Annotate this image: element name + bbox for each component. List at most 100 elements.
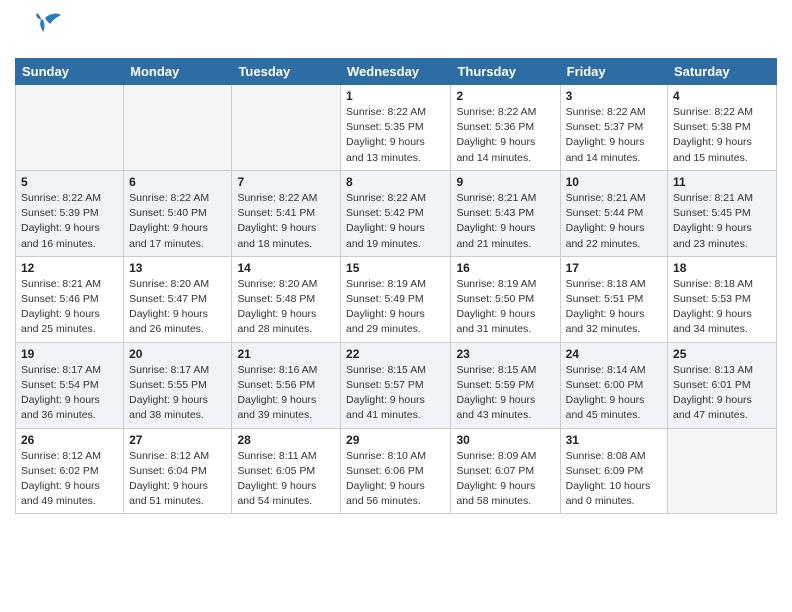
day-info: Sunrise: 8:22 AMSunset: 5:38 PMDaylight:… [673,105,771,166]
day-number: 5 [21,175,118,189]
day-number: 1 [346,89,445,103]
weekday-header-friday: Friday [560,59,667,85]
day-number: 8 [346,175,445,189]
weekday-header-wednesday: Wednesday [341,59,451,85]
day-info: Sunrise: 8:18 AMSunset: 5:51 PMDaylight:… [566,277,662,338]
weekday-header-thursday: Thursday [451,59,560,85]
calendar-cell: 1 Sunrise: 8:22 AMSunset: 5:35 PMDaylight… [341,85,451,171]
day-number: 17 [566,261,662,275]
calendar-cell: 3Sunrise: 8:22 AMSunset: 5:37 PMDaylight… [560,85,667,171]
calendar-cell: 16 Sunrise: 8:19 AMSunset: 5:50 PMDayligh… [451,256,560,342]
day-number: 28 [237,433,335,447]
calendar-cell: 7Sunrise: 8:22 AMSunset: 5:41 PMDaylight… [232,170,341,256]
day-info: Sunrise: 8:22 AMSunset: 5:41 PMDaylight:… [237,191,335,252]
header [15,10,777,50]
day-info: Sunrise: 8:08 AMSunset: 6:09 PMDaylight:… [566,449,662,510]
day-number: 16 [456,261,554,275]
day-number: 21 [237,347,335,361]
day-info: Sunrise: 8:11 AMSunset: 6:05 PMDaylight:… [237,449,335,510]
calendar-cell: 29 Sunrise: 8:10 AMSunset: 6:06 PMDayligh… [341,428,451,514]
calendar-cell: 30 Sunrise: 8:09 AMSunset: 6:07 PMDayligh… [451,428,560,514]
day-info: Sunrise: 8:21 AMSunset: 5:43 PMDaylight:… [456,191,554,252]
day-number: 12 [21,261,118,275]
calendar-cell [16,85,124,171]
day-info: Sunrise: 8:17 AMSunset: 5:54 PMDaylight:… [21,363,118,424]
day-number: 20 [129,347,226,361]
calendar-cell: 5Sunrise: 8:22 AMSunset: 5:39 PMDaylight… [16,170,124,256]
calendar: SundayMondayTuesdayWednesdayThursdayFrid… [15,58,777,514]
day-info: Sunrise: 8:13 AMSunset: 6:01 PMDaylight:… [673,363,771,424]
day-info: Sunrise: 8:21 AMSunset: 5:45 PMDaylight:… [673,191,771,252]
weekday-header-tuesday: Tuesday [232,59,341,85]
page: SundayMondayTuesdayWednesdayThursdayFrid… [0,0,792,524]
weekday-header-row: SundayMondayTuesdayWednesdayThursdayFrid… [16,59,777,85]
day-number: 6 [129,175,226,189]
day-info: Sunrise: 8:18 AMSunset: 5:53 PMDaylight:… [673,277,771,338]
day-info: Sunrise: 8:19 AMSunset: 5:49 PMDaylight:… [346,277,445,338]
day-number: 23 [456,347,554,361]
calendar-week-row: 12 Sunrise: 8:21 AMSunset: 5:46 PMDayligh… [16,256,777,342]
day-info: Sunrise: 8:10 AMSunset: 6:06 PMDaylight:… [346,449,445,510]
day-info: Sunrise: 8:22 AMSunset: 5:36 PMDaylight:… [456,105,554,166]
weekday-header-saturday: Saturday [668,59,777,85]
calendar-cell: 23 Sunrise: 8:15 AMSunset: 5:59 PMDayligh… [451,342,560,428]
day-info: Sunrise: 8:14 AMSunset: 6:00 PMDaylight:… [566,363,662,424]
day-number: 19 [21,347,118,361]
calendar-cell: 4 Sunrise: 8:22 AMSunset: 5:38 PMDaylight… [668,85,777,171]
calendar-cell: 21 Sunrise: 8:16 AMSunset: 5:56 PMDayligh… [232,342,341,428]
day-info: Sunrise: 8:22 AMSunset: 5:40 PMDaylight:… [129,191,226,252]
day-number: 22 [346,347,445,361]
day-info: Sunrise: 8:19 AMSunset: 5:50 PMDaylight:… [456,277,554,338]
calendar-week-row: 19 Sunrise: 8:17 AMSunset: 5:54 PMDayligh… [16,342,777,428]
calendar-cell: 11 Sunrise: 8:21 AMSunset: 5:45 PMDayligh… [668,170,777,256]
calendar-cell: 2 Sunrise: 8:22 AMSunset: 5:36 PMDaylight… [451,85,560,171]
day-number: 15 [346,261,445,275]
calendar-week-row: 1 Sunrise: 8:22 AMSunset: 5:35 PMDaylight… [16,85,777,171]
day-number: 4 [673,89,771,103]
day-info: Sunrise: 8:17 AMSunset: 5:55 PMDaylight:… [129,363,226,424]
calendar-cell [124,85,232,171]
day-number: 11 [673,175,771,189]
day-number: 13 [129,261,226,275]
calendar-cell: 22 Sunrise: 8:15 AMSunset: 5:57 PMDayligh… [341,342,451,428]
calendar-cell: 10Sunrise: 8:21 AMSunset: 5:44 PMDayligh… [560,170,667,256]
day-info: Sunrise: 8:21 AMSunset: 5:44 PMDaylight:… [566,191,662,252]
day-info: Sunrise: 8:15 AMSunset: 5:57 PMDaylight:… [346,363,445,424]
weekday-header-monday: Monday [124,59,232,85]
day-number: 2 [456,89,554,103]
day-info: Sunrise: 8:20 AMSunset: 5:48 PMDaylight:… [237,277,335,338]
calendar-cell: 31Sunrise: 8:08 AMSunset: 6:09 PMDayligh… [560,428,667,514]
weekday-header-sunday: Sunday [16,59,124,85]
calendar-cell: 28 Sunrise: 8:11 AMSunset: 6:05 PMDayligh… [232,428,341,514]
calendar-cell: 26 Sunrise: 8:12 AMSunset: 6:02 PMDayligh… [16,428,124,514]
calendar-cell: 20 Sunrise: 8:17 AMSunset: 5:55 PMDayligh… [124,342,232,428]
day-info: Sunrise: 8:21 AMSunset: 5:46 PMDaylight:… [21,277,118,338]
day-info: Sunrise: 8:12 AMSunset: 6:02 PMDaylight:… [21,449,118,510]
day-info: Sunrise: 8:09 AMSunset: 6:07 PMDaylight:… [456,449,554,510]
day-info: Sunrise: 8:22 AMSunset: 5:37 PMDaylight:… [566,105,662,166]
day-info: Sunrise: 8:22 AMSunset: 5:35 PMDaylight:… [346,105,445,166]
day-number: 29 [346,433,445,447]
calendar-cell: 27Sunrise: 8:12 AMSunset: 6:04 PMDayligh… [124,428,232,514]
calendar-cell: 15 Sunrise: 8:19 AMSunset: 5:49 PMDayligh… [341,256,451,342]
calendar-week-row: 5Sunrise: 8:22 AMSunset: 5:39 PMDaylight… [16,170,777,256]
day-info: Sunrise: 8:22 AMSunset: 5:42 PMDaylight:… [346,191,445,252]
day-number: 24 [566,347,662,361]
day-info: Sunrise: 8:16 AMSunset: 5:56 PMDaylight:… [237,363,335,424]
calendar-cell: 13Sunrise: 8:20 AMSunset: 5:47 PMDayligh… [124,256,232,342]
day-info: Sunrise: 8:12 AMSunset: 6:04 PMDaylight:… [129,449,226,510]
day-number: 26 [21,433,118,447]
calendar-week-row: 26 Sunrise: 8:12 AMSunset: 6:02 PMDayligh… [16,428,777,514]
day-info: Sunrise: 8:15 AMSunset: 5:59 PMDaylight:… [456,363,554,424]
calendar-cell [668,428,777,514]
day-number: 14 [237,261,335,275]
logo-icon [15,10,63,50]
logo [15,10,63,50]
day-number: 30 [456,433,554,447]
calendar-cell: 14 Sunrise: 8:20 AMSunset: 5:48 PMDayligh… [232,256,341,342]
calendar-cell: 8 Sunrise: 8:22 AMSunset: 5:42 PMDaylight… [341,170,451,256]
calendar-cell: 12 Sunrise: 8:21 AMSunset: 5:46 PMDayligh… [16,256,124,342]
calendar-cell [232,85,341,171]
calendar-cell: 24 Sunrise: 8:14 AMSunset: 6:00 PMDayligh… [560,342,667,428]
calendar-cell: 18Sunrise: 8:18 AMSunset: 5:53 PMDayligh… [668,256,777,342]
